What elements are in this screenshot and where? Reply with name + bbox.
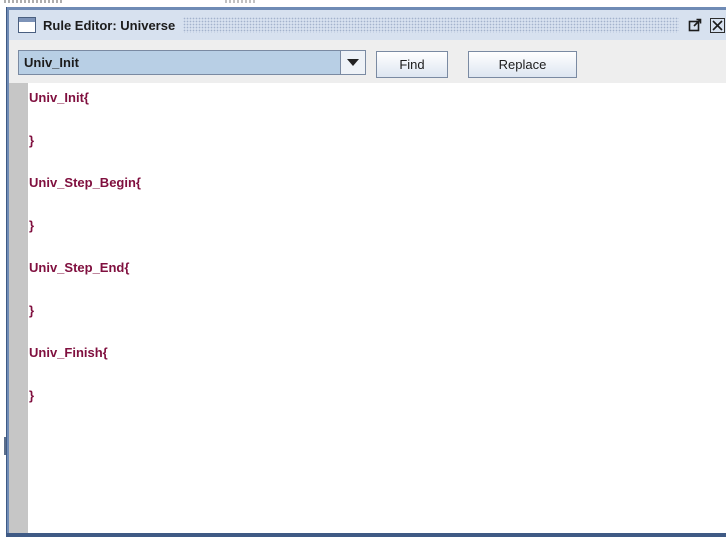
window-icon [18, 17, 36, 33]
code-line: Univ_Init{ [29, 90, 89, 105]
code-line: } [29, 387, 35, 403]
code-line: } [29, 217, 35, 233]
desktop-fragment [225, 0, 255, 3]
rule-selector-dropdown[interactable]: Univ_Init [18, 50, 366, 75]
rule-editor-window: Rule Editor: Universe Univ_Init Find Rep… [6, 7, 726, 535]
code-line: } [29, 132, 35, 148]
editor-gutter [9, 83, 28, 534]
code-line: Univ_Step_Begin{ [29, 175, 141, 190]
code-line: Univ_Finish{ [29, 345, 108, 360]
code-line: Univ_Step_End{ [29, 260, 130, 275]
window-titlebar[interactable]: Rule Editor: Universe [9, 10, 726, 40]
chevron-down-icon[interactable] [340, 51, 365, 74]
find-button[interactable]: Find [376, 51, 448, 78]
code-editor[interactable]: Univ_Init{ } Univ_Step_Begin{ } Univ_Ste… [9, 83, 726, 534]
window-content: Univ_Init Find Replace Univ_Init{ } Univ… [9, 40, 726, 534]
desktop-fragment [4, 0, 64, 3]
titlebar-grip [183, 17, 679, 33]
code-area[interactable]: Univ_Init{ } Univ_Step_Begin{ } Univ_Ste… [29, 90, 719, 430]
replace-button[interactable]: Replace [468, 51, 577, 78]
window-bottom-border [6, 533, 726, 537]
code-line: } [29, 302, 35, 318]
rule-selector-value: Univ_Init [24, 55, 79, 70]
editor-toolbar: Univ_Init Find Replace [9, 40, 726, 83]
desktop-background-top [0, 0, 726, 7]
close-icon[interactable] [710, 17, 725, 33]
window-title: Rule Editor: Universe [43, 17, 176, 33]
external-maximize-icon[interactable] [687, 17, 703, 33]
